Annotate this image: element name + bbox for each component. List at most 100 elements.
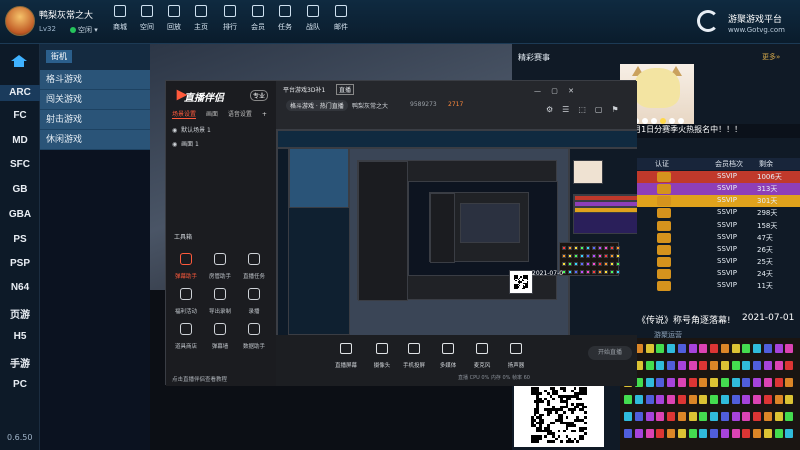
- category-submenu: 街机 格斗游戏 闯关游戏 射击游戏 休闲游戏: [40, 44, 150, 150]
- nav-shop[interactable]: 商城: [107, 5, 133, 32]
- window-controls[interactable]: — ▢ ✕: [534, 87, 578, 95]
- nav-mail[interactable]: 邮件: [328, 5, 354, 32]
- nested-key: [598, 246, 602, 250]
- vip-rank-row[interactable]: SSVIP 47天: [637, 232, 800, 244]
- eye-icon[interactable]: ◉: [172, 127, 177, 134]
- platform-fc[interactable]: FC: [0, 110, 40, 121]
- status-dropdown[interactable]: 空闲 ▾: [70, 25, 98, 35]
- submenu-item-fighting[interactable]: 格斗游戏: [40, 70, 150, 90]
- header-tool-icons[interactable]: ⚙☰⬚▢⚑: [546, 105, 628, 114]
- nav-replay[interactable]: 回放: [161, 5, 187, 32]
- keyboard-key: [645, 429, 654, 438]
- vip-rank-row[interactable]: SSVIP 24天: [637, 268, 800, 280]
- toolbox-item[interactable]: 录播: [238, 288, 270, 316]
- keyboard-key: [763, 395, 772, 404]
- toolbox-item[interactable]: 数据助手: [238, 323, 270, 351]
- vip-rank-row[interactable]: SSVIP 313天: [637, 183, 800, 195]
- vip-rank-row[interactable]: SSVIP 298天: [637, 207, 800, 219]
- platform-webgame[interactable]: 页游: [0, 306, 40, 321]
- platform-pc[interactable]: PC: [0, 379, 40, 390]
- platform-gb[interactable]: GB: [0, 184, 40, 195]
- toolbox-item[interactable]: 弹幕墙: [204, 323, 236, 351]
- nav-space[interactable]: 空间: [134, 5, 160, 32]
- qr-module: [560, 440, 563, 443]
- platform-h5[interactable]: H5: [0, 331, 40, 342]
- vip-rank-row[interactable]: SSVIP 301天: [637, 195, 800, 207]
- keyboard-key: [785, 429, 794, 438]
- eye-icon[interactable]: ◉: [172, 141, 177, 148]
- avatar[interactable]: [5, 6, 35, 36]
- submenu-item-stage[interactable]: 闯关游戏: [40, 90, 150, 110]
- room-tag[interactable]: 直播: [336, 84, 355, 95]
- category-selector[interactable]: 格斗游戏 · 热门直播: [286, 100, 348, 111]
- nested-key: [580, 246, 584, 250]
- tab-screen[interactable]: 画面: [206, 111, 218, 118]
- vip-tier: SSVIP: [717, 269, 737, 277]
- keyboard-key: [688, 412, 697, 421]
- vip-rank-row[interactable]: SSVIP 26天: [637, 244, 800, 256]
- status-label: 空闲: [78, 26, 92, 34]
- scene-item[interactable]: ◉ 默认场景 1: [172, 125, 211, 134]
- keyboard-key: [624, 395, 632, 404]
- platform-arc[interactable]: ARC: [0, 85, 40, 101]
- keyboard-key: [645, 344, 654, 353]
- qr-module: [524, 287, 526, 289]
- toolbox-item[interactable]: 房管助手: [204, 253, 236, 281]
- vip-rank-row[interactable]: SSVIP 11天: [637, 280, 800, 292]
- toolbox-item[interactable]: 福利活动: [170, 288, 202, 316]
- platform-psp[interactable]: PSP: [0, 258, 40, 269]
- platform-n64[interactable]: N64: [0, 282, 40, 293]
- nav-team[interactable]: 战队: [300, 5, 326, 32]
- nested-key: [574, 246, 578, 250]
- nav-home[interactable]: 主页: [188, 5, 214, 32]
- toolbox-item[interactable]: 导出录制: [204, 288, 236, 316]
- platform-ps[interactable]: PS: [0, 234, 40, 245]
- keyboard-key: [677, 361, 686, 370]
- vip-days-left: 25天: [757, 258, 773, 266]
- rank-col-cert: 认证: [655, 160, 669, 168]
- replay-icon: [168, 5, 180, 17]
- add-scene-icon[interactable]: +: [262, 111, 267, 118]
- tool-label: 房管助手: [208, 274, 231, 280]
- source-button[interactable]: 扬声器: [496, 343, 536, 370]
- toolbox-item[interactable]: 道具商店: [170, 323, 202, 351]
- source-button[interactable]: 直播屏幕: [326, 343, 366, 370]
- qr-module: [571, 411, 574, 414]
- platform-md[interactable]: MD: [0, 135, 40, 146]
- keyboard-key: [699, 361, 708, 370]
- vip-rank-row[interactable]: SSVIP 158天: [637, 220, 800, 232]
- brand-url: www.Gotvg.com: [728, 26, 785, 34]
- nav-task[interactable]: 任务: [272, 5, 298, 32]
- nested-key: [562, 254, 566, 258]
- submenu-item-casual[interactable]: 休闲游戏: [40, 130, 150, 150]
- nav-vip[interactable]: 会员: [245, 5, 271, 32]
- vip-rank-row[interactable]: SSVIP 25天: [637, 256, 800, 268]
- qr-module: [573, 429, 577, 433]
- tab-scene[interactable]: 场景设置: [172, 111, 197, 119]
- platform-gba[interactable]: GBA: [0, 209, 40, 220]
- nested-key: [580, 254, 584, 258]
- nested-key: [586, 270, 590, 274]
- tutorial-hint[interactable]: 点击直播伴侣查看教程: [172, 375, 227, 383]
- toolbox-item[interactable]: 弹幕助手: [170, 253, 202, 281]
- keyboard-key: [688, 361, 697, 370]
- events-more-link[interactable]: 更多»: [762, 52, 780, 62]
- keyboard-key: [731, 344, 740, 353]
- home-icon[interactable]: [10, 54, 28, 68]
- news-headline[interactable]: 《传说》称号角逐落幕!: [637, 313, 731, 326]
- qr-module: [541, 400, 545, 403]
- start-stream-button[interactable]: 开始直播: [588, 346, 632, 360]
- submenu-item-shooting[interactable]: 射击游戏: [40, 110, 150, 130]
- toolbox-item[interactable]: 直播任务: [238, 253, 270, 281]
- keyboard-key: [720, 378, 729, 387]
- tab-voice[interactable]: 语音设置: [228, 111, 252, 118]
- tool-icon: [248, 323, 260, 335]
- nav-rank[interactable]: 排行: [217, 5, 243, 32]
- scene-item[interactable]: ◉ 画面 1: [172, 139, 199, 148]
- platform-mobile[interactable]: 手游: [0, 355, 40, 370]
- qr-module: [519, 282, 521, 284]
- vip-rank-row[interactable]: SSVIP 1006天: [637, 171, 800, 183]
- keyboard-key: [785, 395, 794, 404]
- platform-sfc[interactable]: SFC: [0, 159, 40, 170]
- tool-icon: [180, 288, 192, 300]
